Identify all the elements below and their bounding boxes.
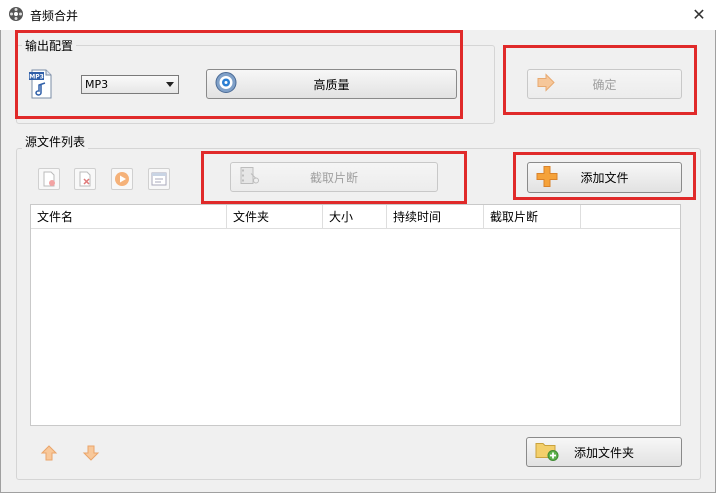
add-file-button[interactable]: 添加文件 [527,162,682,193]
quality-button[interactable]: 高质量 [206,69,457,99]
column-header-clip[interactable]: 截取片断 [484,205,581,229]
source-list-legend: 源文件列表 [22,133,89,150]
film-reel-icon [8,6,24,22]
window-title: 音频合并 [30,9,79,23]
output-config-legend: 输出配置 [22,37,77,54]
confirm-button-label: 确定 [592,77,617,92]
column-header-duration[interactable]: 持续时间 [387,205,484,229]
clear-list-icon[interactable] [74,168,96,190]
gear-disc-icon [215,72,237,97]
play-icon[interactable] [111,168,133,190]
mp3-icon-label: MP3 [29,74,44,81]
format-select[interactable]: MP3 [81,75,179,94]
folder-add-icon [535,440,559,465]
confirm-button[interactable]: 确定 [527,69,682,99]
remove-file-icon[interactable] [38,168,60,190]
plus-icon [536,165,558,190]
clip-button[interactable]: 截取片断 [230,162,438,192]
mp3-file-icon: MP3 [28,68,54,100]
arrow-right-icon [536,73,556,95]
move-down-icon[interactable] [82,444,100,462]
file-list-table[interactable]: 文件名 文件夹 大小 持续时间 截取片断 [30,204,681,426]
chevron-down-icon [166,82,174,87]
column-header-size[interactable]: 大小 [323,205,387,229]
clip-button-label: 截取片断 [309,170,358,185]
add-file-button-label: 添加文件 [580,171,629,185]
move-up-icon[interactable] [40,444,58,462]
column-header-folder[interactable]: 文件夹 [227,205,323,229]
add-folder-button[interactable]: 添加文件夹 [526,437,682,467]
add-folder-button-label: 添加文件夹 [573,445,634,460]
format-select-value: MP3 [85,78,109,91]
column-header-filename[interactable]: 文件名 [31,205,227,229]
title-bar [0,0,716,30]
column-header-filler [581,205,680,229]
properties-icon[interactable] [148,168,170,190]
close-button[interactable]: ✕ [690,6,708,24]
quality-button-label: 高质量 [313,77,350,92]
film-scissors-icon [239,166,261,189]
